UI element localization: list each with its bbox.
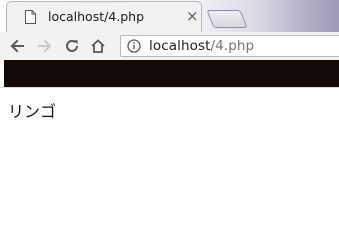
page-text: リンゴ [8,102,57,121]
close-tab-icon[interactable]: × [186,9,199,24]
url-host: localhost [149,38,211,54]
arrow-right-icon[interactable] [37,38,53,54]
reload-icon[interactable] [64,38,80,54]
address-bar[interactable]: localhost/4.php [120,35,339,57]
browser-tab[interactable]: localhost/4.php × [6,1,202,32]
tab-strip: localhost/4.php × [0,0,339,32]
home-icon[interactable] [90,38,106,54]
divider [0,87,339,88]
browser-toolbar: localhost/4.php [0,32,339,60]
url-text[interactable]: localhost/4.php [149,38,254,54]
arrow-left-icon[interactable] [9,38,25,54]
bookmarks-bar [4,60,339,87]
document-icon [25,10,36,24]
tab-title: localhost/4.php [48,9,145,24]
new-tab-button[interactable] [206,10,248,28]
info-icon[interactable] [127,39,141,53]
url-path: /4.php [210,38,255,54]
